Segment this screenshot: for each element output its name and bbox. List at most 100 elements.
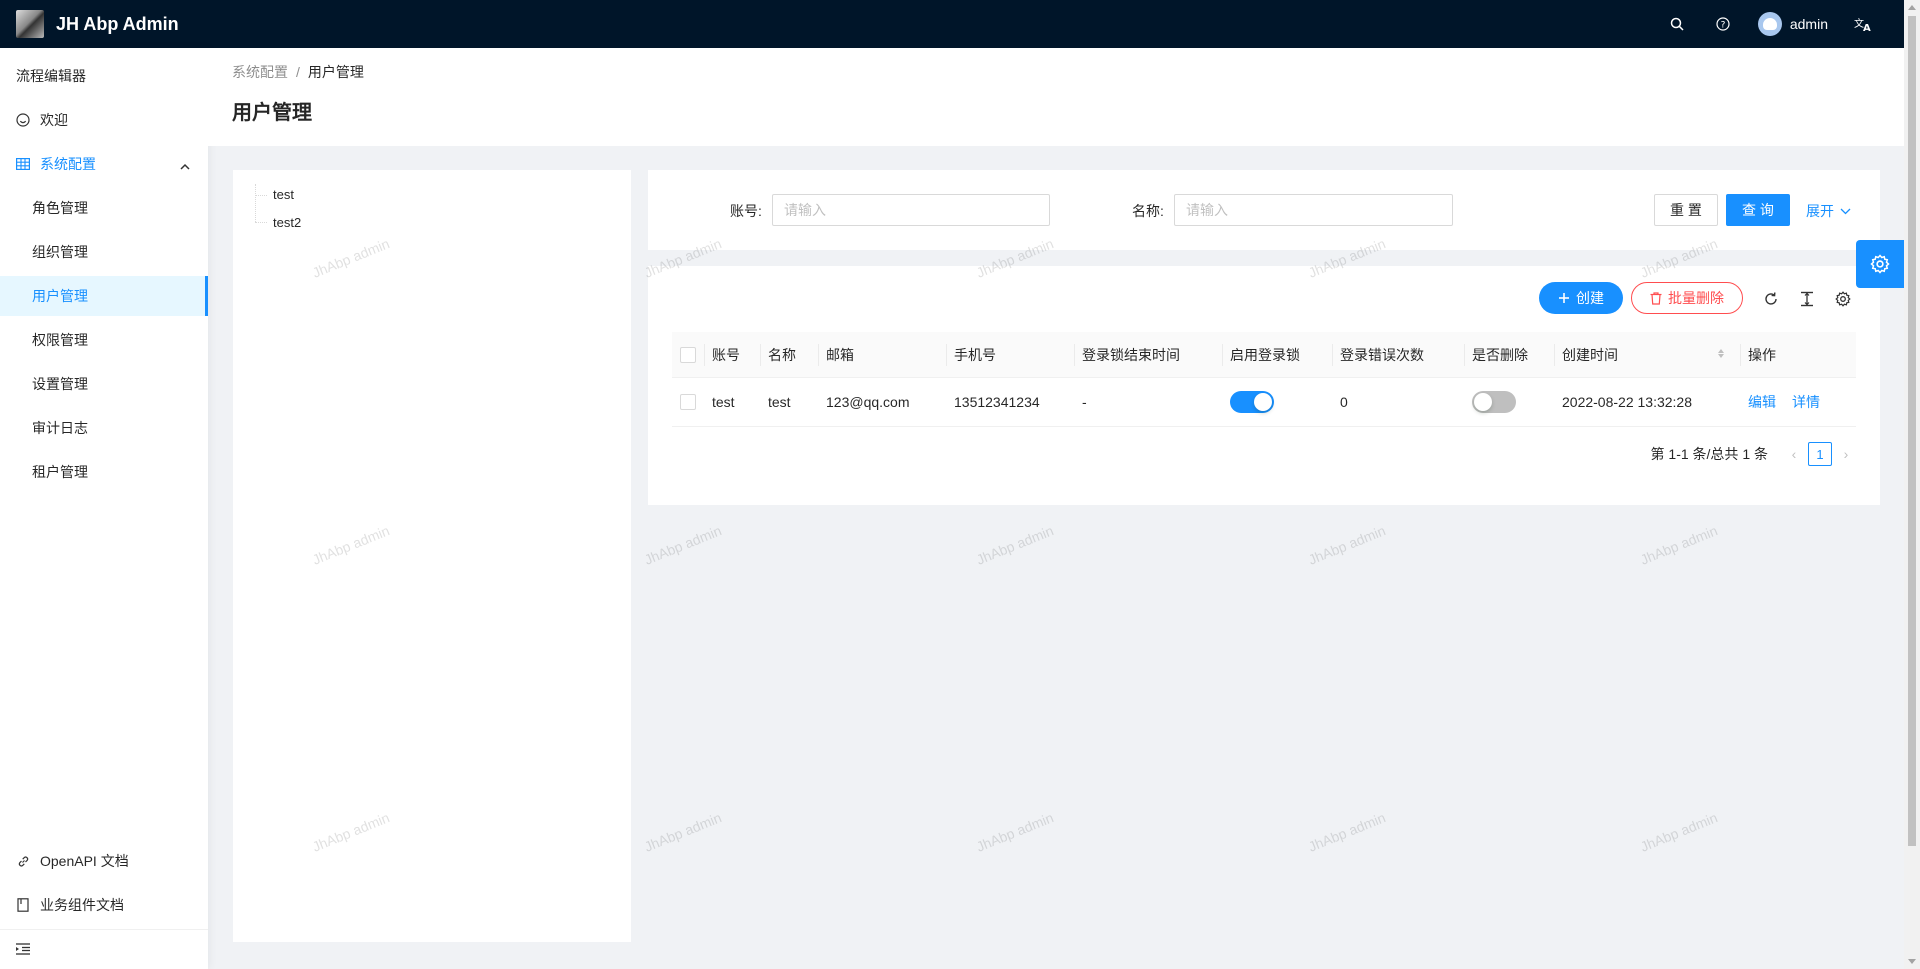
top-header: JH Abp Admin ? admin 文A	[0, 0, 1904, 48]
column-header: 名称	[760, 332, 796, 377]
name-input[interactable]: 请输入	[1174, 194, 1453, 226]
column-header: 启用登录锁	[1222, 332, 1300, 377]
translate-icon[interactable]: 文A	[1840, 0, 1886, 48]
batch-delete-label: 批量删除	[1668, 290, 1724, 306]
lock-enabled-switch[interactable]	[1230, 378, 1274, 426]
sidebar-item-tenants[interactable]: 租户管理	[0, 452, 208, 492]
sidebar-item-roles[interactable]: 角色管理	[0, 188, 208, 228]
sidebar-item-organizations[interactable]: 组织管理	[0, 232, 208, 272]
page-title: 用户管理	[232, 102, 312, 124]
pagination-total: 第 1-1 条/总共 1 条	[1650, 446, 1768, 462]
sidebar-item-label: 角色管理	[32, 200, 88, 216]
watermark: JhAbp admin	[1637, 809, 1720, 855]
user-menu[interactable]: admin	[1746, 0, 1840, 48]
setting-icon	[1870, 254, 1890, 274]
sidebar-item-label: 业务组件文档	[40, 897, 124, 913]
organization-tree-panel: test test2	[233, 170, 631, 942]
sidebar-item-welcome[interactable]: 欢迎	[0, 100, 208, 140]
table-header: 账号 名称 邮箱 手机号 登录锁结束时间 启用登录锁 登录错误次数 是否删除 创…	[672, 332, 1856, 378]
user-table: 账号 名称 邮箱 手机号 登录锁结束时间 启用登录锁 登录错误次数 是否删除 创…	[672, 332, 1856, 427]
column-header: 手机号	[946, 332, 996, 377]
sidebar-item-component-docs[interactable]: 业务组件文档	[0, 885, 208, 925]
watermark: JhAbp admin	[1305, 522, 1388, 568]
watermark: JhAbp admin	[1637, 522, 1720, 568]
cell-created-time: 2022-08-22 13:32:28	[1562, 394, 1692, 410]
sidebar-item-permissions[interactable]: 权限管理	[0, 320, 208, 360]
vertical-scrollbar[interactable]	[1904, 0, 1920, 969]
logo-image	[16, 10, 44, 38]
sidebar-item-audit-logs[interactable]: 审计日志	[0, 408, 208, 448]
search-icon[interactable]	[1654, 0, 1700, 48]
expand-link[interactable]: 展开	[1806, 201, 1851, 221]
sidebar-item-label: 系统配置	[40, 156, 96, 172]
column-header-sortable[interactable]: 创建时间	[1554, 332, 1732, 377]
reload-icon[interactable]	[1762, 290, 1780, 308]
sidebar-item-label: 审计日志	[32, 420, 88, 436]
prev-page-icon[interactable]: ‹	[1784, 446, 1804, 462]
question-icon[interactable]: ?	[1700, 0, 1746, 48]
plus-icon	[1558, 292, 1570, 304]
account-input[interactable]: 请输入	[772, 194, 1050, 226]
watermark: JhAbp admin	[1305, 809, 1388, 855]
name-label: 名称:	[1132, 203, 1164, 219]
tree-line	[255, 184, 256, 222]
column-header: 登录锁结束时间	[1074, 332, 1180, 377]
chevron-down-icon	[1840, 208, 1851, 215]
edit-link[interactable]: 编辑	[1748, 378, 1776, 426]
column-header-label: 创建时间	[1562, 346, 1618, 363]
tree-node[interactable]: test	[273, 187, 294, 202]
deleted-switch[interactable]	[1472, 378, 1516, 426]
cell-account: test	[712, 394, 735, 410]
sidebar-item-openapi-docs[interactable]: OpenAPI 文档	[0, 841, 208, 881]
query-button[interactable]: 查 询	[1726, 194, 1790, 226]
watermark: JhAbp admin	[973, 522, 1056, 568]
breadcrumb-separator: /	[296, 64, 300, 80]
sidebar-item-settings[interactable]: 设置管理	[0, 364, 208, 404]
cell-lock-end: -	[1082, 394, 1087, 410]
cell-error-count: 0	[1340, 394, 1348, 410]
sidebar-item-label: OpenAPI 文档	[40, 853, 129, 869]
sidebar-collapse-button[interactable]	[0, 929, 208, 969]
account-label: 账号:	[730, 203, 762, 219]
table-row: test test 123@qq.com 13512341234 - 0 202…	[672, 378, 1856, 427]
logo[interactable]: JH Abp Admin	[0, 10, 179, 38]
tree-line	[255, 222, 267, 223]
column-header: 是否删除	[1464, 332, 1528, 377]
cell-name: test	[768, 394, 791, 410]
tree-node[interactable]: test2	[273, 215, 301, 230]
create-button[interactable]: 创建	[1539, 282, 1623, 314]
column-header: 邮箱	[818, 332, 854, 377]
user-name: admin	[1789, 16, 1828, 32]
sidebar-item-users[interactable]: 用户管理	[0, 276, 208, 316]
page-number[interactable]: 1	[1808, 442, 1832, 466]
cell-phone: 13512341234	[954, 394, 1040, 410]
breadcrumb-item[interactable]: 系统配置	[232, 62, 288, 82]
app-title: JH Abp Admin	[56, 13, 179, 34]
select-all-checkbox[interactable]	[680, 332, 696, 377]
watermark: JhAbp admin	[641, 809, 724, 855]
sidebar-item-flow-editor[interactable]: 流程编辑器	[0, 56, 208, 96]
menu-fold-icon	[16, 942, 30, 958]
column-header: 账号	[704, 332, 740, 377]
breadcrumb-item-current: 用户管理	[307, 64, 364, 80]
row-checkbox[interactable]	[680, 378, 696, 426]
svg-text:A: A	[1863, 23, 1871, 32]
batch-delete-button[interactable]: 批量删除	[1631, 282, 1743, 314]
expand-label: 展开	[1806, 203, 1834, 219]
next-page-icon[interactable]: ›	[1836, 446, 1856, 462]
sidebar-item-label: 权限管理	[32, 332, 88, 348]
reset-button[interactable]: 重 置	[1654, 194, 1718, 226]
scrollbar-thumb[interactable]	[1908, 16, 1916, 846]
sidebar-item-label: 租户管理	[32, 464, 88, 480]
detail-link[interactable]: 详情	[1792, 378, 1820, 426]
link-icon	[16, 855, 30, 868]
settings-drawer-button[interactable]	[1856, 240, 1904, 288]
column-header: 登录错误次数	[1332, 332, 1424, 377]
setting-icon[interactable]	[1834, 290, 1852, 308]
column-height-icon[interactable]	[1798, 290, 1816, 308]
sidebar-item-label: 用户管理	[32, 288, 88, 304]
sidebar-item-label: 组织管理	[32, 244, 88, 260]
page-header: 系统配置 / 用户管理 用户管理	[208, 48, 1904, 146]
sidebar-item-label: 设置管理	[32, 376, 88, 392]
sidebar-item-system-config[interactable]: 系统配置	[0, 144, 208, 184]
